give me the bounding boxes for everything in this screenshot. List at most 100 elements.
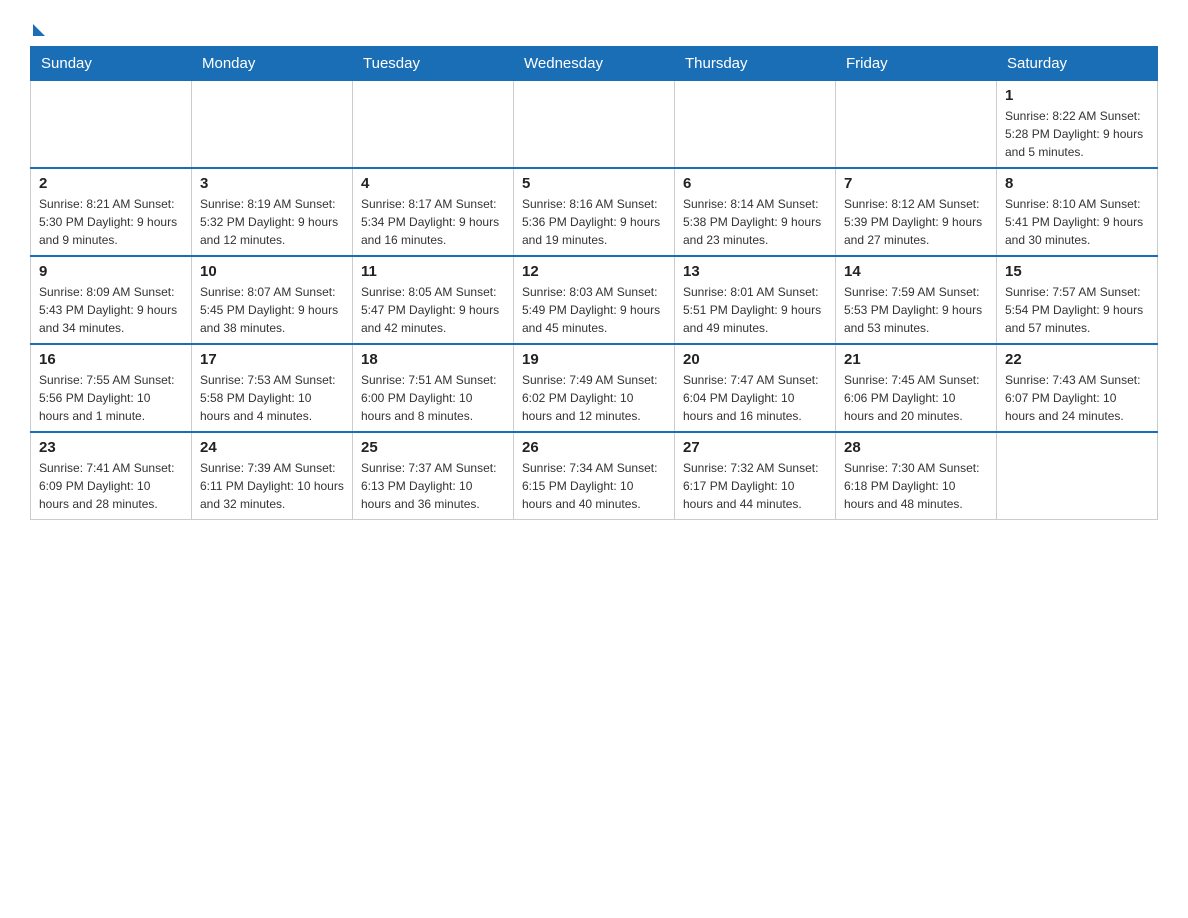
calendar-cell: 18 Sunrise: 7:51 AM Sunset: 6:00 PM Dayli… bbox=[353, 344, 514, 432]
day-number: 20 bbox=[683, 351, 827, 368]
day-info: Sunrise: 8:03 AM Sunset: 5:49 PM Dayligh… bbox=[522, 283, 666, 337]
day-number: 23 bbox=[39, 439, 183, 456]
calendar-cell: 28 Sunrise: 7:30 AM Sunset: 6:18 PM Dayli… bbox=[836, 432, 997, 520]
calendar-cell: 1 Sunrise: 8:22 AM Sunset: 5:28 PM Daylig… bbox=[997, 81, 1158, 169]
day-number: 4 bbox=[361, 175, 505, 192]
calendar-cell bbox=[675, 81, 836, 169]
day-number: 15 bbox=[1005, 263, 1149, 280]
day-of-week-header: Tuesday bbox=[353, 47, 514, 81]
calendar-cell: 13 Sunrise: 8:01 AM Sunset: 5:51 PM Dayli… bbox=[675, 256, 836, 344]
day-info: Sunrise: 8:12 AM Sunset: 5:39 PM Dayligh… bbox=[844, 195, 988, 249]
logo bbox=[30, 20, 45, 36]
day-info: Sunrise: 8:21 AM Sunset: 5:30 PM Dayligh… bbox=[39, 195, 183, 249]
calendar-week-row: 2 Sunrise: 8:21 AM Sunset: 5:30 PM Daylig… bbox=[31, 168, 1158, 256]
calendar-cell bbox=[997, 432, 1158, 520]
day-number: 1 bbox=[1005, 87, 1149, 104]
day-info: Sunrise: 7:53 AM Sunset: 5:58 PM Dayligh… bbox=[200, 371, 344, 425]
day-info: Sunrise: 7:55 AM Sunset: 5:56 PM Dayligh… bbox=[39, 371, 183, 425]
day-info: Sunrise: 7:32 AM Sunset: 6:17 PM Dayligh… bbox=[683, 459, 827, 513]
day-number: 18 bbox=[361, 351, 505, 368]
day-of-week-header: Sunday bbox=[31, 47, 192, 81]
calendar-cell: 5 Sunrise: 8:16 AM Sunset: 5:36 PM Daylig… bbox=[514, 168, 675, 256]
calendar-cell: 3Sunrise: 8:19 AM Sunset: 5:32 PM Daylig… bbox=[192, 168, 353, 256]
day-info: Sunrise: 7:43 AM Sunset: 6:07 PM Dayligh… bbox=[1005, 371, 1149, 425]
calendar-cell: 8 Sunrise: 8:10 AM Sunset: 5:41 PM Daylig… bbox=[997, 168, 1158, 256]
day-number: 25 bbox=[361, 439, 505, 456]
calendar-cell: 15 Sunrise: 7:57 AM Sunset: 5:54 PM Dayli… bbox=[997, 256, 1158, 344]
calendar-cell: 11 Sunrise: 8:05 AM Sunset: 5:47 PM Dayli… bbox=[353, 256, 514, 344]
day-info: Sunrise: 8:22 AM Sunset: 5:28 PM Dayligh… bbox=[1005, 107, 1149, 161]
day-number: 16 bbox=[39, 351, 183, 368]
calendar-cell: 4 Sunrise: 8:17 AM Sunset: 5:34 PM Daylig… bbox=[353, 168, 514, 256]
day-number: 13 bbox=[683, 263, 827, 280]
day-number: 11 bbox=[361, 263, 505, 280]
day-info: Sunrise: 8:19 AM Sunset: 5:32 PM Dayligh… bbox=[200, 195, 344, 249]
calendar-cell: 12Sunrise: 8:03 AM Sunset: 5:49 PM Dayli… bbox=[514, 256, 675, 344]
calendar-cell: 24 Sunrise: 7:39 AM Sunset: 6:11 PM Dayli… bbox=[192, 432, 353, 520]
day-number: 17 bbox=[200, 351, 344, 368]
day-number: 8 bbox=[1005, 175, 1149, 192]
day-info: Sunrise: 7:49 AM Sunset: 6:02 PM Dayligh… bbox=[522, 371, 666, 425]
calendar-week-row: 23 Sunrise: 7:41 AM Sunset: 6:09 PM Dayli… bbox=[31, 432, 1158, 520]
calendar-header-row: SundayMondayTuesdayWednesdayThursdayFrid… bbox=[31, 47, 1158, 81]
day-info: Sunrise: 7:37 AM Sunset: 6:13 PM Dayligh… bbox=[361, 459, 505, 513]
day-of-week-header: Saturday bbox=[997, 47, 1158, 81]
calendar-cell: 7 Sunrise: 8:12 AM Sunset: 5:39 PM Daylig… bbox=[836, 168, 997, 256]
day-number: 7 bbox=[844, 175, 988, 192]
calendar-cell: 19 Sunrise: 7:49 AM Sunset: 6:02 PM Dayli… bbox=[514, 344, 675, 432]
calendar-cell: 27 Sunrise: 7:32 AM Sunset: 6:17 PM Dayli… bbox=[675, 432, 836, 520]
day-number: 22 bbox=[1005, 351, 1149, 368]
day-number: 5 bbox=[522, 175, 666, 192]
calendar-cell: 16 Sunrise: 7:55 AM Sunset: 5:56 PM Dayli… bbox=[31, 344, 192, 432]
calendar-cell bbox=[353, 81, 514, 169]
day-info: Sunrise: 7:47 AM Sunset: 6:04 PM Dayligh… bbox=[683, 371, 827, 425]
day-info: Sunrise: 8:05 AM Sunset: 5:47 PM Dayligh… bbox=[361, 283, 505, 337]
day-of-week-header: Monday bbox=[192, 47, 353, 81]
logo-arrow-icon bbox=[33, 24, 45, 36]
day-of-week-header: Friday bbox=[836, 47, 997, 81]
calendar-cell bbox=[192, 81, 353, 169]
day-info: Sunrise: 8:16 AM Sunset: 5:36 PM Dayligh… bbox=[522, 195, 666, 249]
calendar-cell: 6 Sunrise: 8:14 AM Sunset: 5:38 PM Daylig… bbox=[675, 168, 836, 256]
day-number: 9 bbox=[39, 263, 183, 280]
calendar-cell: 2 Sunrise: 8:21 AM Sunset: 5:30 PM Daylig… bbox=[31, 168, 192, 256]
day-info: Sunrise: 7:30 AM Sunset: 6:18 PM Dayligh… bbox=[844, 459, 988, 513]
calendar-cell: 26 Sunrise: 7:34 AM Sunset: 6:15 PM Dayli… bbox=[514, 432, 675, 520]
calendar-week-row: 16 Sunrise: 7:55 AM Sunset: 5:56 PM Dayli… bbox=[31, 344, 1158, 432]
day-info: Sunrise: 8:01 AM Sunset: 5:51 PM Dayligh… bbox=[683, 283, 827, 337]
day-info: Sunrise: 8:17 AM Sunset: 5:34 PM Dayligh… bbox=[361, 195, 505, 249]
calendar-cell: 9 Sunrise: 8:09 AM Sunset: 5:43 PM Daylig… bbox=[31, 256, 192, 344]
day-number: 19 bbox=[522, 351, 666, 368]
day-number: 10 bbox=[200, 263, 344, 280]
day-info: Sunrise: 7:51 AM Sunset: 6:00 PM Dayligh… bbox=[361, 371, 505, 425]
page-header bbox=[30, 20, 1158, 36]
calendar-cell: 22 Sunrise: 7:43 AM Sunset: 6:07 PM Dayli… bbox=[997, 344, 1158, 432]
calendar-cell bbox=[31, 81, 192, 169]
day-number: 28 bbox=[844, 439, 988, 456]
day-number: 14 bbox=[844, 263, 988, 280]
calendar-cell bbox=[514, 81, 675, 169]
day-number: 27 bbox=[683, 439, 827, 456]
day-number: 2 bbox=[39, 175, 183, 192]
day-info: Sunrise: 8:14 AM Sunset: 5:38 PM Dayligh… bbox=[683, 195, 827, 249]
calendar-cell: 25 Sunrise: 7:37 AM Sunset: 6:13 PM Dayli… bbox=[353, 432, 514, 520]
day-number: 24 bbox=[200, 439, 344, 456]
day-info: Sunrise: 7:34 AM Sunset: 6:15 PM Dayligh… bbox=[522, 459, 666, 513]
day-info: Sunrise: 8:09 AM Sunset: 5:43 PM Dayligh… bbox=[39, 283, 183, 337]
day-of-week-header: Wednesday bbox=[514, 47, 675, 81]
calendar-table: SundayMondayTuesdayWednesdayThursdayFrid… bbox=[30, 46, 1158, 520]
day-info: Sunrise: 7:59 AM Sunset: 5:53 PM Dayligh… bbox=[844, 283, 988, 337]
day-info: Sunrise: 8:07 AM Sunset: 5:45 PM Dayligh… bbox=[200, 283, 344, 337]
calendar-cell: 23 Sunrise: 7:41 AM Sunset: 6:09 PM Dayli… bbox=[31, 432, 192, 520]
calendar-cell: 20 Sunrise: 7:47 AM Sunset: 6:04 PM Dayli… bbox=[675, 344, 836, 432]
calendar-week-row: 1 Sunrise: 8:22 AM Sunset: 5:28 PM Daylig… bbox=[31, 81, 1158, 169]
day-info: Sunrise: 8:10 AM Sunset: 5:41 PM Dayligh… bbox=[1005, 195, 1149, 249]
day-number: 26 bbox=[522, 439, 666, 456]
day-info: Sunrise: 7:57 AM Sunset: 5:54 PM Dayligh… bbox=[1005, 283, 1149, 337]
day-number: 21 bbox=[844, 351, 988, 368]
day-number: 6 bbox=[683, 175, 827, 192]
calendar-cell: 10 Sunrise: 8:07 AM Sunset: 5:45 PM Dayli… bbox=[192, 256, 353, 344]
day-info: Sunrise: 7:41 AM Sunset: 6:09 PM Dayligh… bbox=[39, 459, 183, 513]
calendar-cell: 14 Sunrise: 7:59 AM Sunset: 5:53 PM Dayli… bbox=[836, 256, 997, 344]
day-info: Sunrise: 7:39 AM Sunset: 6:11 PM Dayligh… bbox=[200, 459, 344, 513]
